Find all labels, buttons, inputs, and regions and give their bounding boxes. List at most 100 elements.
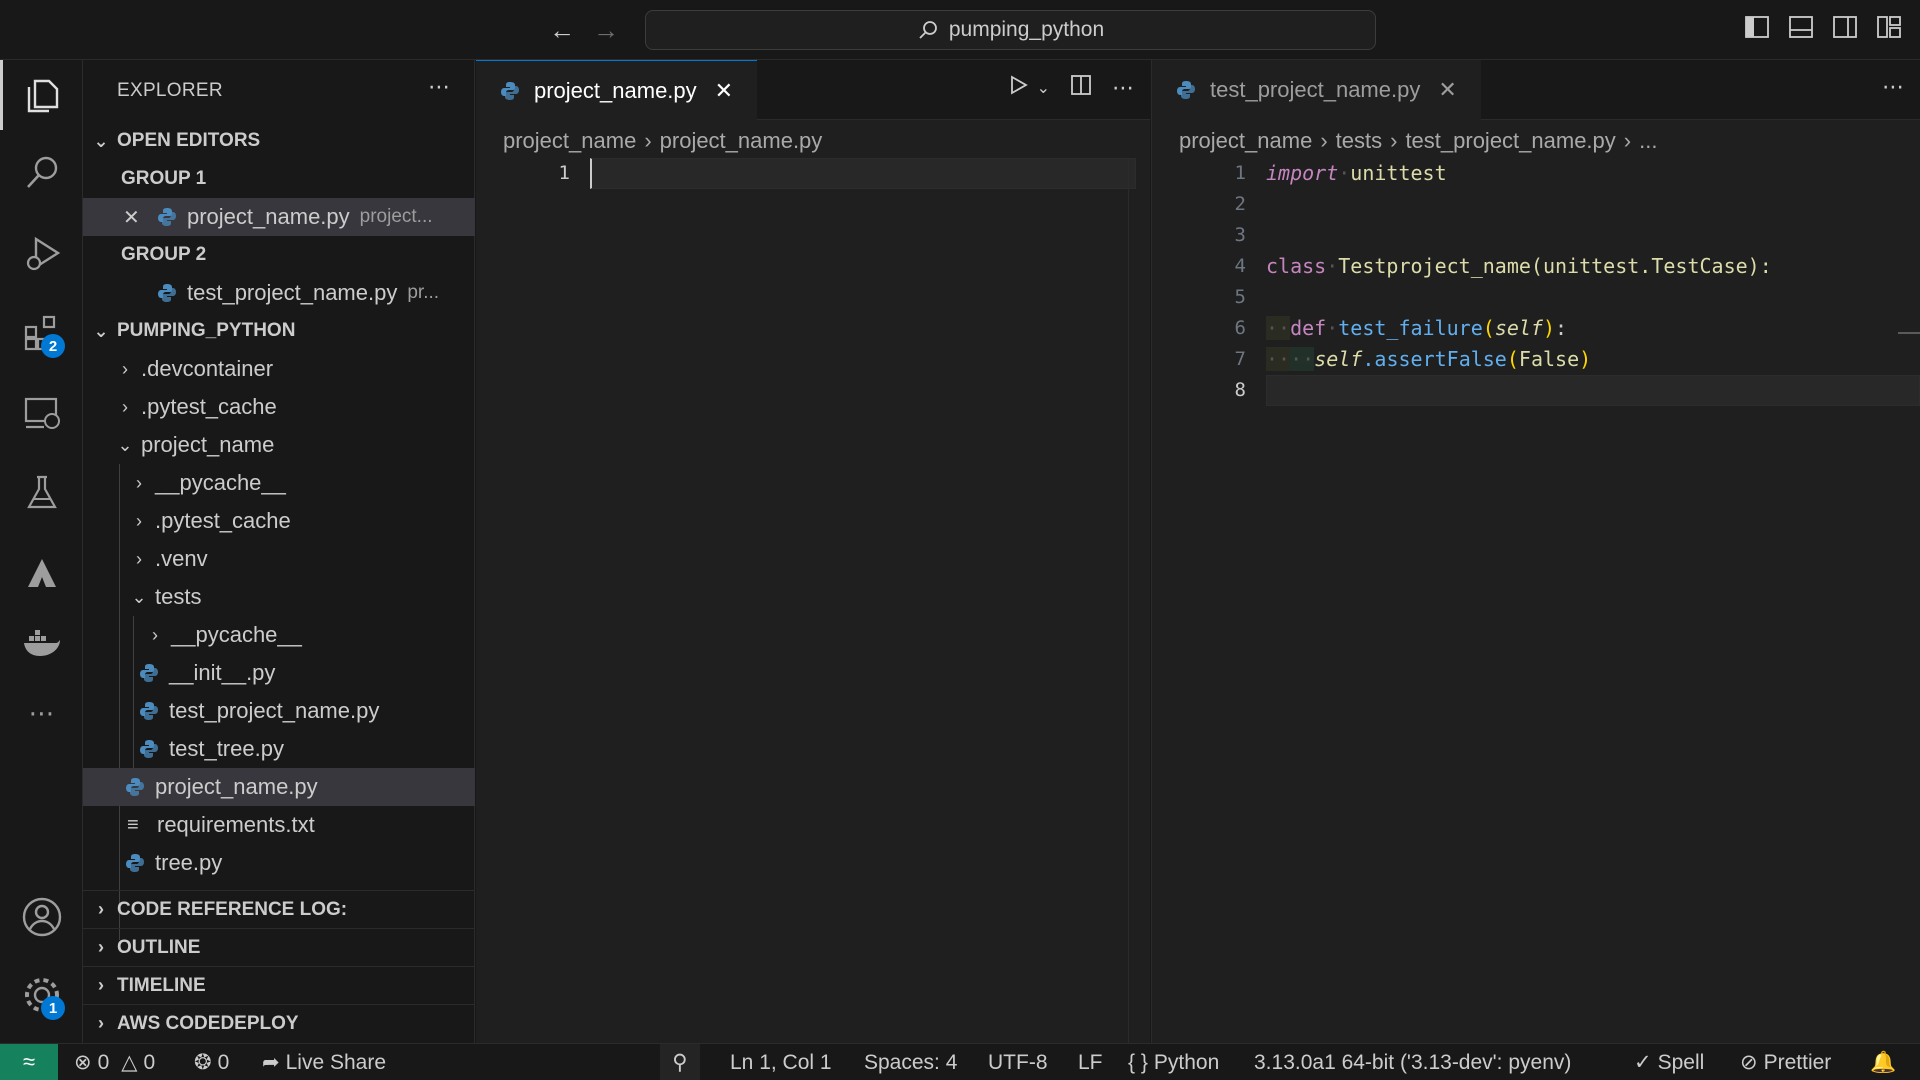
indentation-setting[interactable]: Spaces: 4 (864, 1044, 957, 1080)
more-actions-icon[interactable]: ⋯ (1112, 75, 1134, 101)
cursor-position[interactable]: Ln 1, Col 1 (730, 1044, 832, 1080)
breadcrumb-item[interactable]: test_project_name.py (1405, 128, 1615, 154)
prettier-status[interactable]: ⊘ Prettier (1740, 1044, 1831, 1080)
accounts-icon[interactable] (0, 882, 83, 952)
folder-header-pumping-python[interactable]: ⌄ PUMPING_PYTHON (83, 312, 475, 350)
live-share-button[interactable]: ➦ Live Share (262, 1044, 386, 1080)
breadcrumb-item[interactable]: ... (1639, 128, 1657, 154)
broadcast-icon: ❂ (194, 1051, 212, 1074)
breadcrumb: project_name › project_name.py (503, 128, 822, 154)
tree-item-project-name-folder[interactable]: ⌄ project_name (83, 426, 475, 464)
open-editors-header[interactable]: ⌄ OPEN EDITORS (83, 122, 475, 160)
close-icon[interactable]: ✕ (715, 78, 733, 104)
open-editor-item-project-name[interactable]: ✕ project_name.py project... (83, 198, 475, 236)
section-code-reference-log[interactable]: › CODE REFERENCE LOG: (83, 890, 475, 928)
breadcrumb-item[interactable]: project_name.py (660, 128, 823, 154)
tab-project-name-py[interactable]: project_name.py ✕ (476, 60, 758, 120)
command-center-search[interactable]: pumping_python (645, 10, 1376, 50)
error-icon: ⊗ (74, 1051, 92, 1074)
line-number: 3 (1234, 224, 1246, 246)
docker-icon[interactable] (0, 608, 83, 678)
remote-explorer-icon[interactable] (0, 378, 83, 448)
code-line: ··def·test_failure(self): (1266, 316, 1568, 340)
section-aws-codedeploy[interactable]: › AWS CODEDEPLOY (83, 1004, 475, 1042)
section-outline[interactable]: › OUTLINE (83, 928, 475, 966)
current-line (1266, 375, 1920, 406)
python-interpreter[interactable]: 3.13.0a1 64-bit ('3.13-dev': pyenv) (1254, 1044, 1571, 1080)
spell-check[interactable]: ✓ Spell (1634, 1044, 1704, 1080)
tab-test-project-name-py[interactable]: test_project_name.py ✕ (1152, 60, 1481, 120)
extensions-icon[interactable]: 2 (0, 298, 83, 368)
explorer-icon[interactable] (0, 60, 83, 130)
toggle-primary-sidebar-icon[interactable] (1744, 14, 1770, 40)
toggle-secondary-sidebar-icon[interactable] (1832, 14, 1858, 40)
line-number: 7 (1234, 348, 1246, 370)
problems-indicator[interactable]: ⊗ 0 △ 0 (74, 1044, 155, 1080)
chevron-right-icon: › (136, 548, 142, 569)
tree-item-tests-folder[interactable]: ⌄ tests (83, 578, 475, 616)
close-icon[interactable]: ✕ (123, 205, 145, 230)
breadcrumb-item[interactable]: project_name (1179, 128, 1312, 154)
open-editor-item-test-project-name[interactable]: test_project_name.py pr... (83, 274, 475, 312)
encoding-setting[interactable]: UTF-8 (988, 1044, 1048, 1080)
tree-item-tests-pycache[interactable]: › __pycache__ (83, 616, 475, 654)
zoom-icon[interactable]: ⚲ (660, 1044, 700, 1080)
aws-icon[interactable] (0, 538, 83, 608)
eol-setting[interactable]: LF (1078, 1044, 1103, 1080)
chevron-right-icon: › (98, 975, 104, 995)
search-icon[interactable] (0, 138, 83, 208)
current-line[interactable] (590, 158, 1136, 189)
chevron-down-icon: ⌄ (93, 320, 109, 341)
line-number: 5 (1234, 286, 1246, 308)
chevron-right-icon: › (136, 510, 142, 531)
tree-item-requirements-txt[interactable]: ≡ requirements.txt (83, 806, 475, 844)
close-icon[interactable]: ✕ (1438, 77, 1456, 103)
testing-flask-icon[interactable] (0, 458, 83, 528)
tree-item-pytest-cache[interactable]: › .pytest_cache (83, 388, 475, 426)
tree-item-venv[interactable]: › .venv (83, 540, 475, 578)
code-area-left[interactable] (590, 158, 1136, 189)
code-line: class·Testproject_name(unittest.TestCase… (1266, 254, 1772, 278)
python-file-icon (125, 853, 145, 873)
chevron-down-icon[interactable]: ⌄ (1037, 78, 1050, 98)
breadcrumb-item[interactable]: tests (1336, 128, 1382, 154)
more-actions-icon[interactable]: ⋯ (1882, 74, 1904, 100)
tree-item-pytest-cache-inner[interactable]: › .pytest_cache (83, 502, 475, 540)
text-file-icon: ≡ (127, 813, 139, 836)
ports-indicator[interactable]: ❂ 0 (194, 1044, 229, 1080)
python-file-icon (139, 701, 159, 721)
tree-item-devcontainer[interactable]: › .devcontainer (83, 350, 475, 388)
title-bar: ← → pumping_python (0, 0, 1920, 60)
open-editors-group-2[interactable]: GROUP 2 (83, 236, 475, 274)
bell-icon[interactable]: 🔔 (1870, 1044, 1896, 1080)
toggle-panel-icon[interactable] (1788, 14, 1814, 40)
split-editor-icon[interactable] (1070, 74, 1092, 102)
tree-item-pycache[interactable]: › __pycache__ (83, 464, 475, 502)
tree-item-project-name-py[interactable]: project_name.py (83, 768, 475, 806)
gear-icon[interactable]: 1 (0, 960, 83, 1030)
python-file-icon (139, 663, 159, 683)
search-icon (919, 21, 937, 39)
remote-indicator-icon[interactable]: ≈ (0, 1043, 58, 1080)
tree-item-test-project-name-py[interactable]: test_project_name.py (83, 692, 475, 730)
breadcrumb-item[interactable]: project_name (503, 128, 636, 154)
language-mode[interactable]: { } Python (1128, 1044, 1219, 1080)
python-file-icon (139, 739, 159, 759)
section-timeline[interactable]: › TIMELINE (83, 966, 475, 1004)
arrow-left-icon[interactable]: ← (546, 14, 578, 46)
run-file-icon[interactable] (1007, 74, 1029, 102)
more-actions-icon[interactable]: ⋯ (428, 74, 450, 100)
tab-bar-left: project_name.py ✕ ⌄ ⋯ (476, 60, 1150, 120)
tree-item-tree-py[interactable]: tree.py (83, 844, 475, 882)
open-editors-group-1[interactable]: GROUP 1 (83, 160, 475, 198)
more-views-icon[interactable]: ⋯ (0, 678, 83, 748)
tree-item-test-tree-py[interactable]: test_tree.py (83, 730, 475, 768)
explorer-sidebar: EXPLORER ⋯ ⌄ OPEN EDITORS GROUP 1 ✕ proj… (83, 60, 475, 1043)
run-debug-icon[interactable] (0, 218, 83, 288)
arrow-right-icon[interactable]: → (590, 14, 622, 46)
tree-item-init-py[interactable]: __init__.py (83, 654, 475, 692)
python-file-icon (157, 283, 177, 303)
customize-layout-icon[interactable] (1876, 14, 1902, 40)
code-area-right[interactable]: import·unittest class·Testproject_name(u… (1266, 158, 1920, 406)
